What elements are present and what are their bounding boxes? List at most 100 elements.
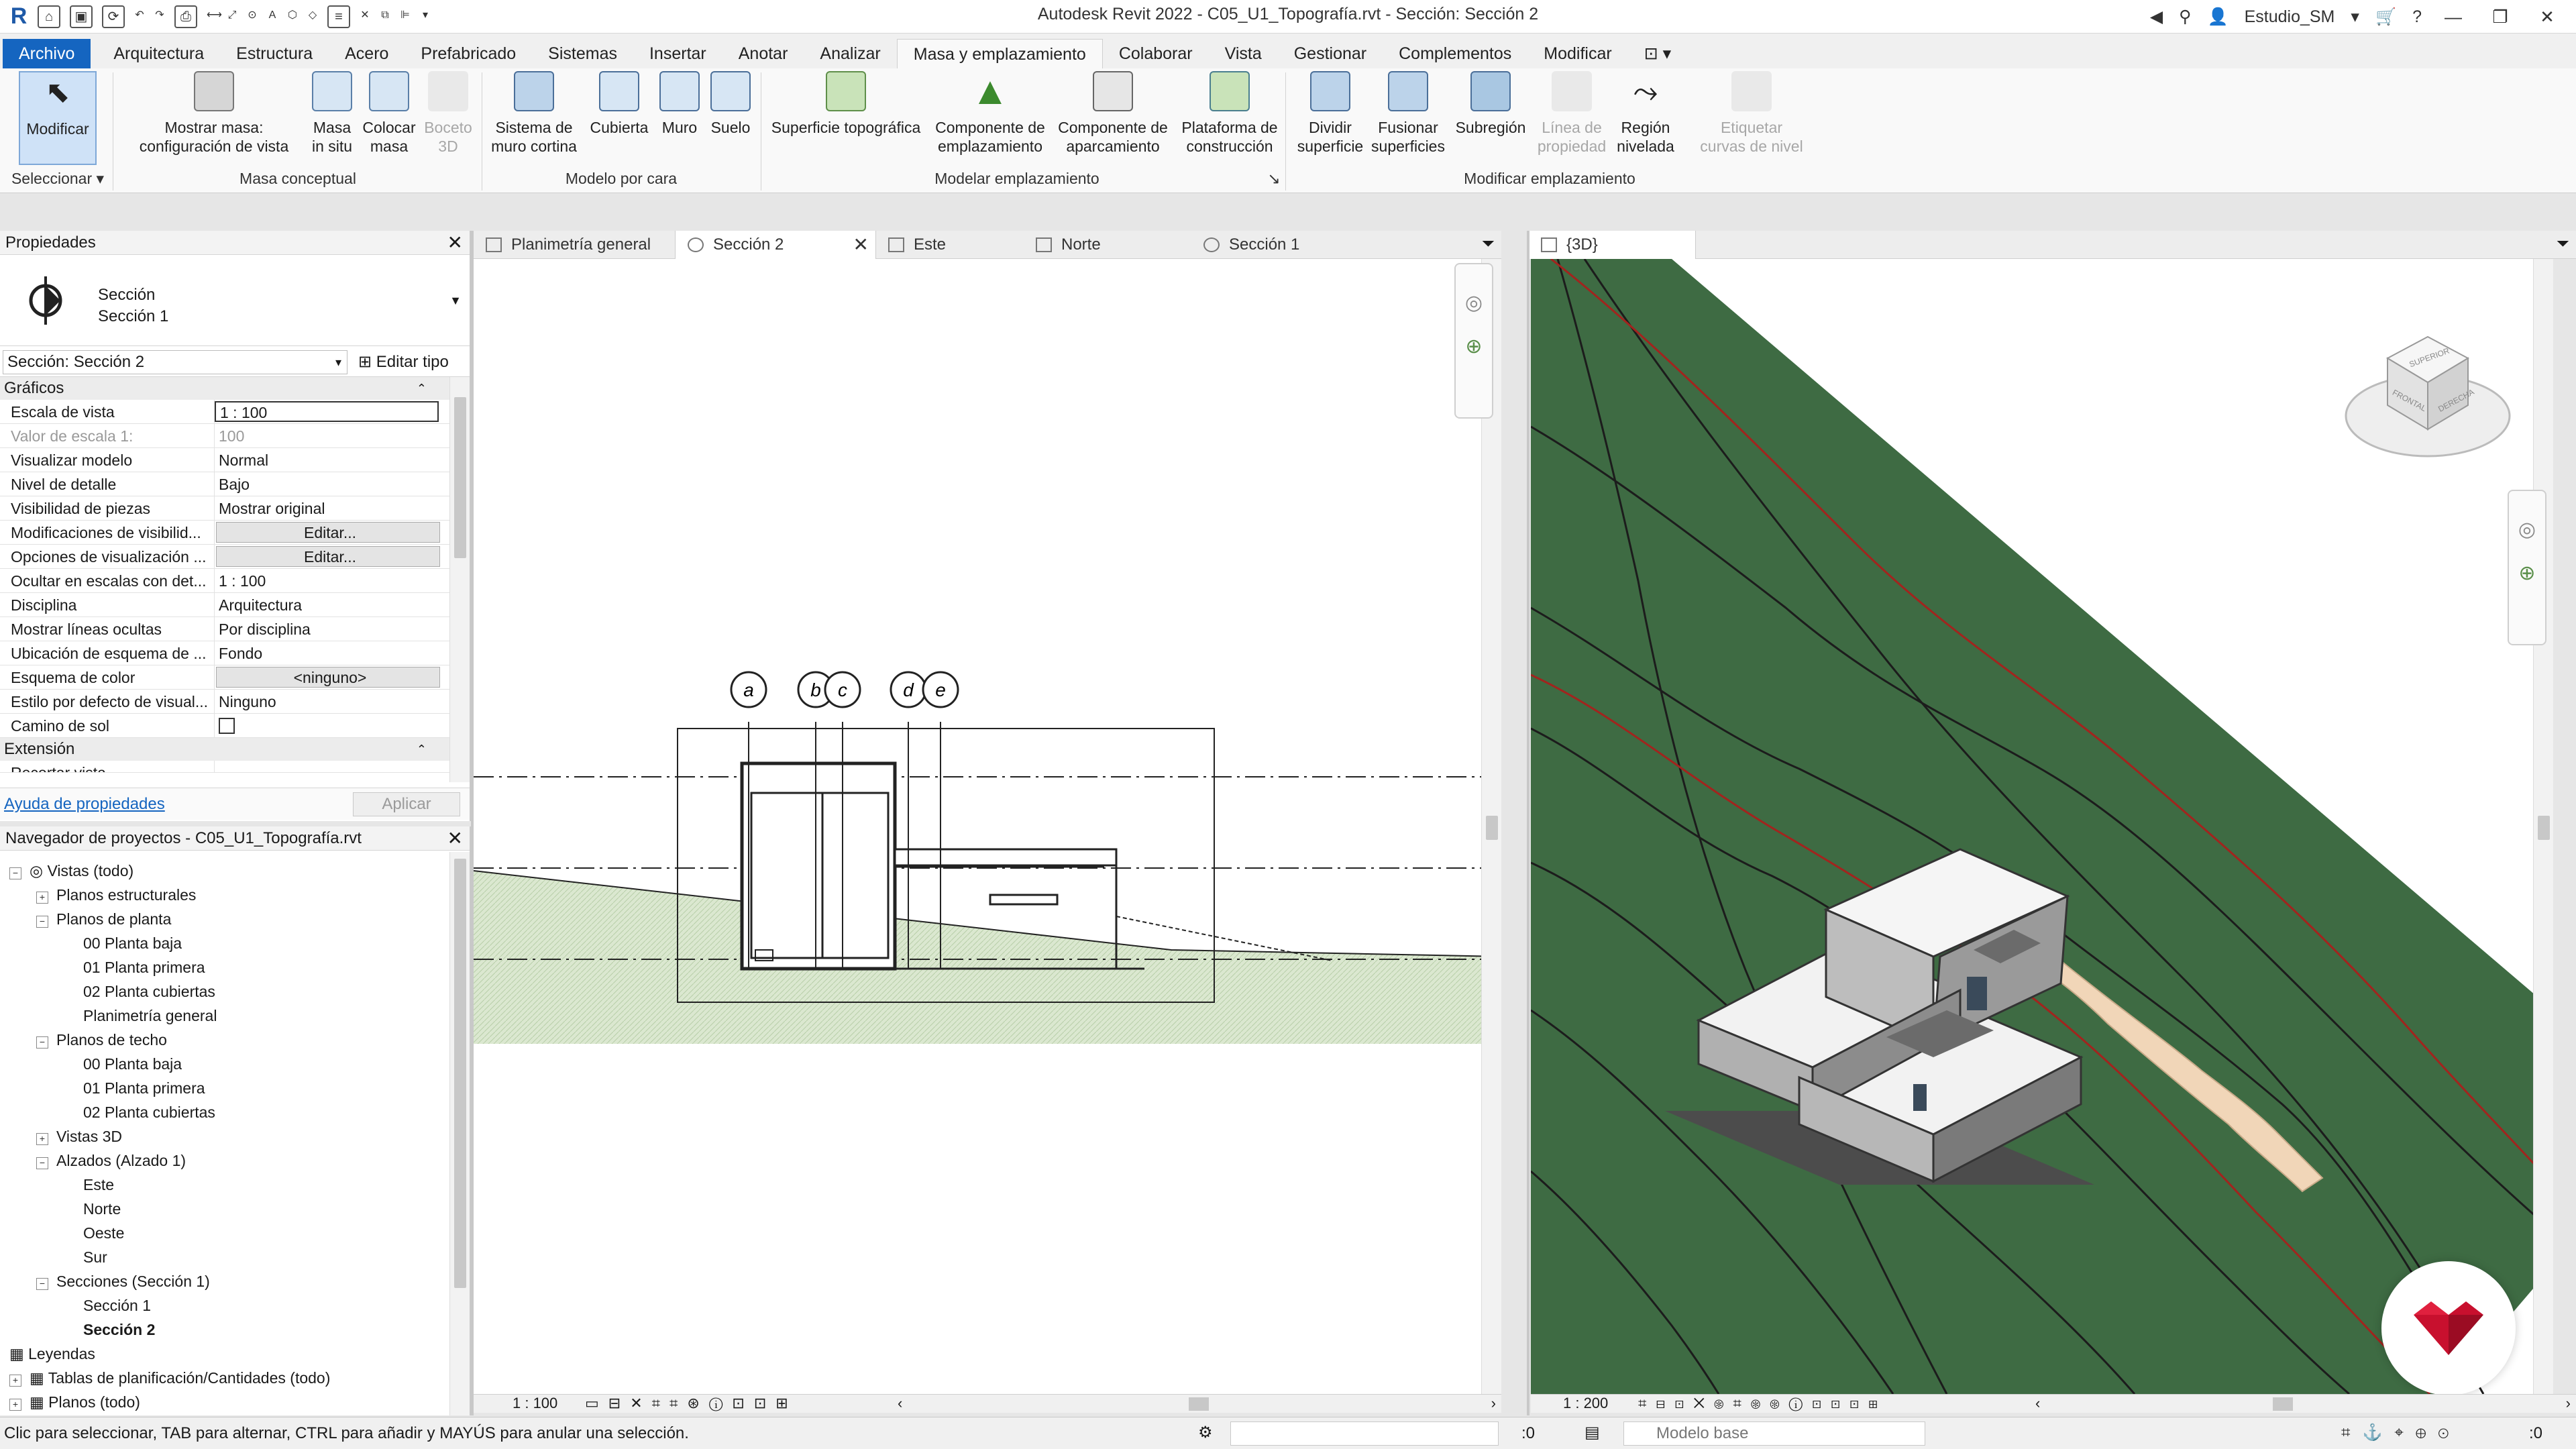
browser-node[interactable]: Sección 1 <box>63 1293 151 1318</box>
tab-acero[interactable]: Acero <box>329 39 405 68</box>
property-line-button[interactable]: Línea de propiedad <box>1527 71 1617 165</box>
curtain-system-button[interactable]: Sistema de muro cortina <box>484 71 584 165</box>
label-contours-button[interactable]: Etiquetar curvas de nivel <box>1688 71 1815 165</box>
close-icon[interactable]: ✕ <box>447 231 463 255</box>
prop-value[interactable]: Bajo <box>215 472 439 496</box>
view-splitter[interactable] <box>1527 231 1529 1415</box>
design-options-icon[interactable]: ▤ <box>1585 1423 1600 1442</box>
tabs-overflow-icon[interactable]: ⏷ <box>2557 235 2569 254</box>
user-dropdown-icon[interactable]: ▾ <box>2351 7 2359 27</box>
modify-button[interactable]: ⬉ Modificar <box>19 71 97 165</box>
save-icon[interactable]: ▣ <box>70 5 93 28</box>
display-options-edit-button[interactable]: Editar... <box>216 546 440 567</box>
prop-value[interactable]: Normal <box>215 448 439 472</box>
group-extent[interactable]: Extensión ⌃ <box>0 738 451 761</box>
steering-wheel-icon[interactable]: ◎ <box>1456 291 1492 315</box>
horizontal-scroll-thumb[interactable] <box>2273 1397 2293 1411</box>
visibility-edit-button[interactable]: Editar... <box>216 522 440 543</box>
view-tab-seccion-1[interactable]: Sección 1 <box>1191 231 1366 259</box>
print-icon[interactable]: ⎙ <box>174 5 197 28</box>
expand-icon[interactable]: + <box>36 1133 48 1145</box>
tab-modificar[interactable]: Modificar <box>1527 39 1627 68</box>
align-icon[interactable]: ⊫ <box>400 5 411 28</box>
roof-button[interactable]: Cubierta <box>582 71 656 165</box>
prop-value[interactable]: Fondo <box>215 641 439 665</box>
prop-value[interactable]: Mostrar original <box>215 496 439 520</box>
tab-prefabricado[interactable]: Prefabricado <box>405 39 532 68</box>
parking-component-button[interactable]: Componente de aparcamiento <box>1051 71 1175 165</box>
zoom-icon[interactable]: ⊕ <box>1456 335 1492 358</box>
viewcube[interactable]: SUPERIOR FRONTAL DERECHA <box>2344 329 2512 476</box>
switch-windows-icon[interactable]: ⧉ <box>380 5 390 28</box>
expand-icon[interactable]: + <box>9 1399 21 1411</box>
scroll-thumb[interactable] <box>454 397 466 558</box>
scroll-left-icon[interactable]: ‹ <box>2035 1395 2040 1412</box>
subregion-button[interactable]: Subregión <box>1446 71 1535 165</box>
close-icon[interactable]: ✕ <box>447 826 463 851</box>
tab-archivo[interactable]: Archivo <box>3 39 91 68</box>
browser-scrollbar[interactable] <box>449 852 470 1415</box>
cart-icon[interactable]: 🛒 <box>2375 7 2396 27</box>
browser-node[interactable]: Norte <box>63 1197 121 1221</box>
collapse-icon[interactable]: − <box>36 1036 48 1049</box>
view-control-icons[interactable]: ▭⊟✕⌗⌗⊛ⓘ⊡⊡⊞ <box>585 1395 798 1412</box>
wall-button[interactable]: Muro <box>651 71 708 165</box>
3d-scale[interactable]: 1 : 200 <box>1563 1395 1608 1412</box>
selection-toggle-icons[interactable]: ⌗⚓⌖⊕⊙ <box>2341 1423 2461 1442</box>
design-option-combo[interactable]: Modelo base <box>1623 1421 1925 1446</box>
split-surface-button[interactable]: Dividir superficie <box>1287 71 1374 165</box>
search-arrow-icon[interactable]: ◀ <box>2150 7 2163 27</box>
sketch-3d-button[interactable]: Boceto 3D <box>416 71 480 165</box>
collapse-icon[interactable]: − <box>9 867 21 879</box>
collapse-icon[interactable]: − <box>36 916 48 928</box>
merge-surfaces-button[interactable]: Fusionar superficies <box>1364 71 1452 165</box>
redo-icon[interactable]: ↷ <box>154 5 165 28</box>
tab-gestionar[interactable]: Gestionar <box>1278 39 1383 68</box>
close-icon[interactable]: ✕ <box>853 231 869 259</box>
browser-node[interactable]: Sección 2 <box>63 1318 155 1342</box>
browser-node[interactable]: Planimetría general <box>63 1004 217 1028</box>
qat-dropdown-icon[interactable]: ▾ <box>420 5 431 28</box>
floor-button[interactable]: Suelo <box>702 71 759 165</box>
properties-scrollbar[interactable] <box>449 377 470 782</box>
expand-icon[interactable]: + <box>36 892 48 904</box>
scroll-right-icon[interactable]: › <box>1491 1395 1496 1412</box>
view-tab-planimetria[interactable]: Planimetría general <box>474 231 675 259</box>
browser-node[interactable]: − Planos de techo <box>36 1028 167 1052</box>
collapse-icon[interactable]: ⌃ <box>417 738 427 761</box>
tab-insertar[interactable]: Insertar <box>633 39 722 68</box>
collapse-icon[interactable]: ⌃ <box>417 377 427 400</box>
workset-combo[interactable] <box>1230 1421 1499 1446</box>
instance-filter-combo[interactable]: Sección: Sección 2 ▾ <box>3 350 347 374</box>
prop-value[interactable]: Por disciplina <box>215 617 439 641</box>
browser-node[interactable]: Este <box>63 1173 114 1197</box>
properties-help-link[interactable]: Ayuda de propiedades <box>4 795 165 814</box>
browser-node[interactable]: 01 Planta primera <box>63 1076 205 1100</box>
view-tab-3d[interactable]: {3D} <box>1528 231 1696 259</box>
close-button[interactable]: ✕ <box>2532 7 2563 28</box>
view-scale-field[interactable]: 1 : 100 <box>215 401 439 422</box>
section-icon[interactable]: ◇ <box>307 5 318 28</box>
filter-count[interactable]: :0 <box>2529 1424 2542 1443</box>
group-graphics[interactable]: Gráficos ⌃ <box>0 377 451 400</box>
view-control-icons[interactable]: ⌗⊟⊡✕⊛⌗⊛⊛ⓘ⊡⊡⊡⊞ <box>1638 1395 1887 1412</box>
scroll-thumb[interactable] <box>454 859 466 1288</box>
measure-icon[interactable]: ⟷ <box>207 5 222 28</box>
undo-icon[interactable]: ↶ <box>134 5 145 28</box>
tab-estructura[interactable]: Estructura <box>220 39 329 68</box>
apply-button[interactable]: Aplicar <box>353 792 460 816</box>
3d-view-icon[interactable]: ⬡ <box>287 5 298 28</box>
browser-node[interactable]: + Vistas 3D <box>36 1124 122 1148</box>
open-icon[interactable]: ⌂ <box>38 5 60 28</box>
browser-node[interactable]: − Planos de planta <box>36 907 171 931</box>
prop-value[interactable]: 1 : 100 <box>215 569 439 592</box>
browser-node[interactable]: − Secciones (Sección 1) <box>36 1269 210 1293</box>
scroll-left-icon[interactable]: ‹ <box>898 1395 902 1412</box>
browser-node[interactable]: − Alzados (Alzado 1) <box>36 1148 186 1173</box>
sync-icon[interactable]: ⟳ <box>102 5 125 28</box>
close-hidden-icon[interactable]: ✕ <box>360 5 370 28</box>
color-scheme-button[interactable]: <ninguno> <box>216 667 440 688</box>
tab-arquitectura[interactable]: Arquitectura <box>97 39 220 68</box>
browser-node[interactable]: + Planos estructurales <box>36 883 196 907</box>
3d-vertical-scrollbar[interactable] <box>2533 259 2553 1394</box>
